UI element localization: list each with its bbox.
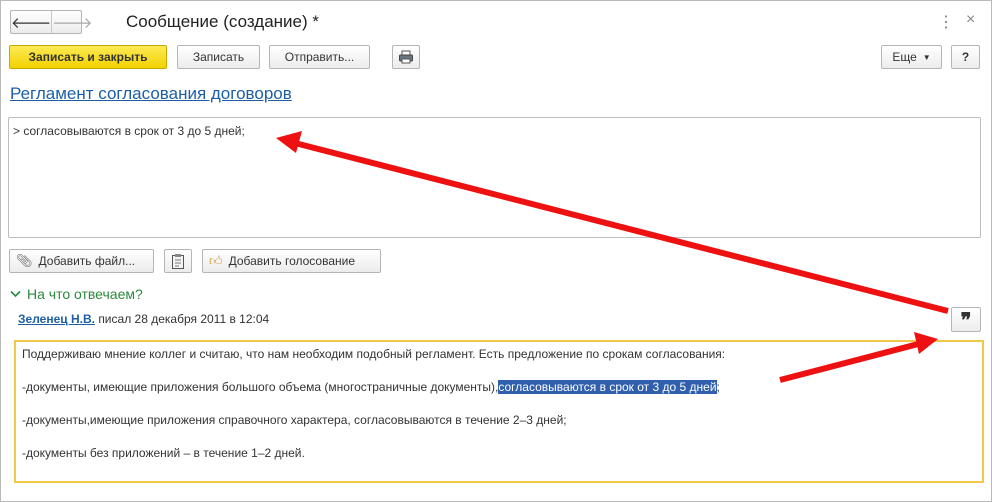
quoted-paragraph-3: -документы,имеющие приложения справочног…: [22, 413, 567, 427]
forward-button[interactable]: 🡒: [51, 11, 92, 33]
quoted-paragraph-1: Поддерживаю мнение коллег и считаю, что …: [22, 347, 726, 361]
message-editor[interactable]: > согласовываются в срок от 3 до 5 дней;: [8, 117, 981, 238]
close-icon[interactable]: ×: [966, 11, 975, 29]
arrow-right-icon: 🡒: [52, 14, 93, 32]
caret-down-icon: ▼: [922, 52, 931, 62]
arrow-left-icon: 🡐: [11, 14, 52, 32]
quoted-paragraph-2-suffix: ;: [716, 380, 720, 394]
add-vote-button[interactable]: 👍︎ Добавить голосование: [202, 249, 381, 273]
editor-text: > согласовываются в срок от 3 до 5 дней;: [13, 124, 245, 138]
more-label: Еще: [892, 50, 917, 64]
back-button[interactable]: 🡐: [11, 11, 51, 33]
window-title: Сообщение (создание) *: [126, 12, 319, 31]
add-file-button[interactable]: 📎︎ Добавить файл...: [9, 249, 154, 273]
send-button[interactable]: Отправить...: [269, 45, 370, 69]
save-button[interactable]: Записать: [177, 45, 260, 69]
more-menu-button[interactable]: Еще ▼: [881, 45, 942, 69]
author-link[interactable]: Зеленец Н.В.: [18, 312, 95, 326]
reply-section-toggle[interactable]: На что отвечаем?: [10, 286, 143, 302]
add-vote-label: Добавить голосование: [228, 254, 356, 268]
save-and-close-button[interactable]: Записать и закрыть: [9, 45, 167, 69]
quote-icon: ❞: [960, 307, 972, 332]
quoted-paragraph-2-prefix: -документы, имеющие приложения большого …: [22, 380, 499, 394]
quoted-paragraph-2: -документы, имеющие приложения большого …: [22, 380, 976, 394]
thumbs-up-icon: 👍︎: [209, 253, 223, 268]
topic-link[interactable]: Регламент согласования договоров: [10, 84, 292, 104]
selected-text: согласовываются в срок от 3 до 5 дней: [498, 380, 717, 394]
quote-button[interactable]: ❞: [951, 307, 981, 332]
reply-toggle-label: На что отвечаем?: [27, 286, 143, 302]
author-meta: писал 28 декабря 2011 в 12:04: [98, 312, 270, 326]
print-button[interactable]: [392, 45, 420, 69]
add-file-label: Добавить файл...: [38, 254, 136, 268]
nav-buttons: 🡐 🡒: [10, 10, 92, 34]
help-button[interactable]: ?: [951, 45, 980, 69]
paperclip-icon: 📎︎: [16, 253, 33, 268]
quoted-paragraph-4: -документы без приложений – в течение 1–…: [22, 446, 305, 460]
quoted-message[interactable]: Поддерживаю мнение коллег и считаю, что …: [14, 340, 984, 483]
chevron-down-icon: [10, 290, 21, 298]
reply-author-line: Зеленец Н.В. писал 28 декабря 2011 в 12:…: [18, 312, 269, 326]
printer-icon: [399, 50, 413, 64]
clipboard-button[interactable]: [164, 249, 192, 273]
clipboard-icon: [172, 254, 184, 269]
more-vertical-icon[interactable]: ⋮: [938, 12, 954, 32]
